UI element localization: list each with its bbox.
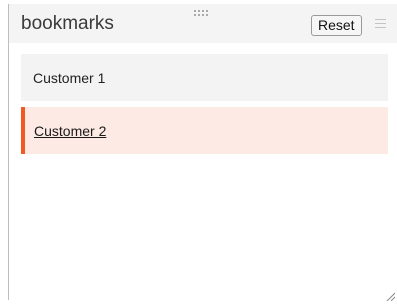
bookmark-label[interactable]: Customer 2 bbox=[34, 123, 106, 139]
menu-icon[interactable] bbox=[375, 19, 386, 29]
bookmark-label: Customer 1 bbox=[33, 70, 106, 86]
bookmarks-panel: bookmarks Reset Customer 1 Customer 2 bbox=[8, 4, 397, 302]
panel-header: bookmarks Reset bbox=[9, 4, 397, 43]
reset-button[interactable]: Reset bbox=[311, 15, 362, 36]
drag-handle-icon[interactable] bbox=[194, 10, 212, 18]
panel-title: bookmarks bbox=[21, 13, 114, 34]
bookmark-list: Customer 1 Customer 2 bbox=[21, 54, 388, 160]
bookmark-item-customer-2[interactable]: Customer 2 bbox=[21, 107, 388, 154]
resize-grip-icon[interactable] bbox=[385, 288, 396, 302]
bookmark-item-customer-1[interactable]: Customer 1 bbox=[21, 54, 388, 101]
